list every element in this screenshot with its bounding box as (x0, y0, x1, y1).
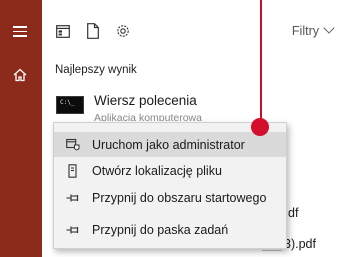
menu-item-label: Przypnij do paska zadań (92, 222, 229, 237)
list-item-partial[interactable]: df (288, 206, 298, 220)
annotation-pointer-line (260, 0, 262, 126)
apps-filter-icon[interactable] (56, 25, 70, 38)
annotation-pointer-dot (251, 118, 269, 136)
menu-item-pin-to-start[interactable]: Przypnij do obszaru startowego (54, 185, 286, 210)
best-result-subtitle: Aplikacja komputerowa (94, 112, 202, 121)
menu-item-pin-to-taskbar[interactable]: Przypnij do paska zadań (54, 217, 286, 242)
menu-item-label: Przypnij do obszaru startowego (92, 190, 267, 205)
filters-label: Filtry (291, 24, 319, 38)
best-result-heading: Najlepszy wynik (55, 64, 137, 76)
chevron-down-icon (323, 22, 335, 34)
command-prompt-glyph: C:\_ (60, 99, 75, 106)
file-location-icon (68, 163, 77, 178)
menu-item-label: Uruchom jako administrator (92, 137, 245, 152)
menu-item-open-file-location[interactable]: Otwórz lokalizację pliku (54, 158, 286, 183)
start-menu-rail (0, 0, 42, 257)
command-prompt-icon[interactable]: C:\_ (56, 96, 84, 114)
context-menu: Uruchom jako administrator Otwórz lokali… (53, 122, 287, 249)
hamburger-menu-icon[interactable] (13, 26, 27, 37)
list-item-partial[interactable]: 3).pdf (284, 237, 316, 251)
home-icon[interactable] (12, 67, 28, 83)
documents-filter-icon[interactable] (87, 23, 99, 39)
menu-item-label: Otwórz lokalizację pliku (92, 163, 222, 178)
partial-item-underline (262, 250, 282, 251)
best-result-title[interactable]: Wiersz polecenia (94, 93, 197, 108)
pin-icon (66, 194, 79, 201)
filters-dropdown[interactable]: Filtry (291, 22, 335, 38)
pin-icon (66, 226, 79, 233)
shield-run-icon (66, 138, 80, 150)
settings-filter-gear-icon[interactable] (115, 23, 131, 39)
menu-item-run-as-admin[interactable]: Uruchom jako administrator (54, 132, 286, 157)
